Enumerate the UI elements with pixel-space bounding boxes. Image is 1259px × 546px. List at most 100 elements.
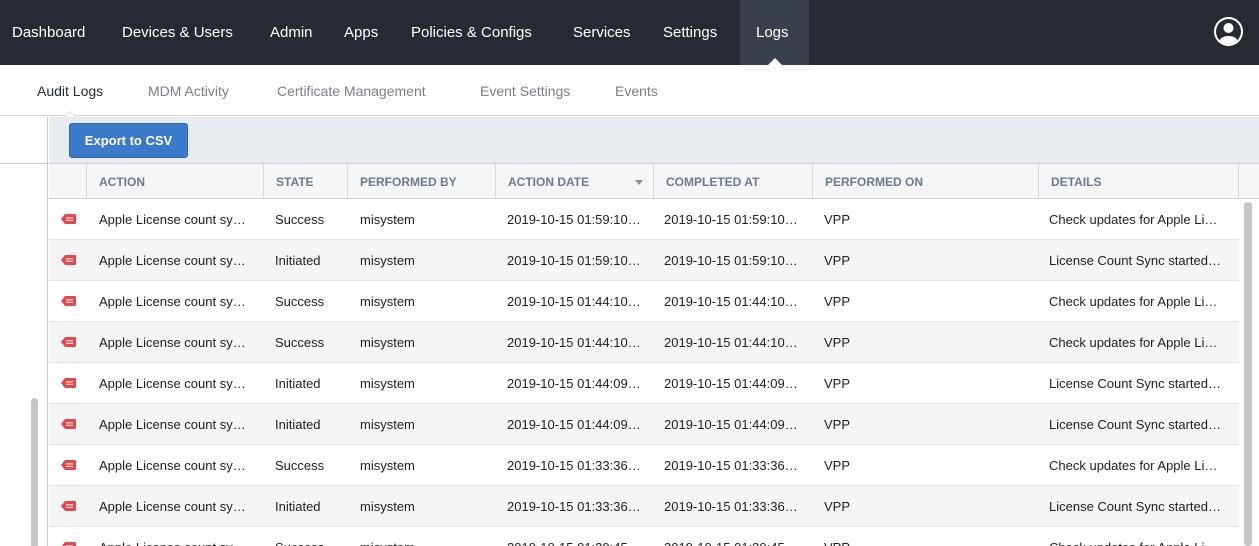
- cell-completed-at: 2019-10-15 01:44:10…: [664, 335, 798, 350]
- cell-performed-by: misystem: [360, 527, 490, 546]
- header-performed-by[interactable]: PERFORMED BY: [348, 164, 496, 199]
- user-circle-icon: [1214, 17, 1243, 46]
- subtab-mdm-activity[interactable]: MDM Activity: [148, 65, 229, 116]
- cell-details: Check updates for Apple Li…: [1049, 527, 1234, 546]
- nav-settings-label: Settings: [663, 24, 718, 41]
- header-details-label: DETAILS: [1051, 175, 1102, 189]
- cell-state: Initiated: [275, 499, 321, 514]
- nav-apps[interactable]: Apps: [332, 0, 398, 65]
- tag-icon: [61, 255, 76, 265]
- sub-nav-bar: Audit Logs MDM Activity Certificate Mana…: [0, 65, 1259, 117]
- cell-performed-by: misystem: [360, 212, 415, 227]
- table-row[interactable]: Apple License count sy… Initiated misystem…: [49, 486, 1239, 527]
- header-action[interactable]: ACTION: [87, 164, 264, 199]
- cell-state: Initiated: [275, 417, 321, 432]
- header-state-label: STATE: [276, 175, 314, 189]
- cell-performed-on: VPP: [824, 527, 1024, 546]
- cell-state: Success: [275, 458, 325, 473]
- cell-action-date: 2019-10-15 01:33:36…: [507, 499, 641, 514]
- subtab-event-settings[interactable]: Event Settings: [480, 65, 570, 116]
- nav-settings[interactable]: Settings: [650, 0, 740, 65]
- header-completed-at[interactable]: COMPLETED AT: [654, 164, 813, 199]
- tag-icon: [61, 460, 76, 470]
- table-row[interactable]: Apple License count sy… Success misystem 20…: [49, 527, 1239, 546]
- cell-performed-by: misystem: [360, 294, 415, 309]
- cell-details: License Count Sync started…: [1049, 376, 1221, 391]
- left-filter-panel: [0, 117, 48, 546]
- tag-icon: [61, 378, 76, 388]
- table-row[interactable]: Apple License count sy… Success misystem 20…: [49, 445, 1239, 486]
- export-to-csv-button[interactable]: Export to CSV: [69, 123, 188, 158]
- cell-state: Success: [275, 212, 325, 227]
- nav-admin[interactable]: Admin: [257, 0, 332, 65]
- cell-action: Apple License count sy…: [99, 527, 259, 546]
- nav-services-label: Services: [573, 24, 631, 41]
- header-action-date-label: ACTION DATE: [508, 175, 590, 189]
- table-row[interactable]: Apple License count sy… Initiated misystem…: [49, 240, 1239, 281]
- tag-icon: [61, 419, 76, 429]
- top-nav-bar: Dashboard Devices & Users Admin Apps Pol…: [0, 0, 1259, 65]
- table-row[interactable]: Apple License count sy… Initiated misystem…: [49, 404, 1239, 445]
- cell-details: License Count Sync started…: [1049, 417, 1221, 432]
- cell-completed-at: 2019-10-15 01:44:09…: [664, 376, 798, 391]
- header-state[interactable]: STATE: [264, 164, 348, 199]
- subtab-audit-logs[interactable]: Audit Logs: [37, 65, 104, 117]
- subtab-audit-logs-label: Audit Logs: [37, 83, 104, 99]
- tag-icon: [61, 501, 76, 511]
- left-panel-scrollbar[interactable]: [31, 398, 38, 546]
- cell-action: Apple License count sy…: [99, 335, 246, 350]
- subtab-events[interactable]: Events: [615, 65, 658, 116]
- cell-action: Apple License count sy…: [99, 212, 246, 227]
- cell-completed-at: 2019-10-15 01:33:36…: [664, 499, 798, 514]
- nav-devices-users[interactable]: Devices & Users: [110, 0, 257, 65]
- grid-vertical-scrollbar[interactable]: [1244, 202, 1252, 546]
- cell-completed-at: 2019-10-15 01:59:10…: [664, 253, 798, 268]
- cell-details: Check updates for Apple Li…: [1049, 212, 1218, 227]
- cell-performed-on: VPP: [824, 499, 851, 514]
- header-details[interactable]: DETAILS: [1039, 164, 1239, 199]
- cell-performed-by: misystem: [360, 417, 415, 432]
- audit-log-grid: ACTION STATE PERFORMED BY ACTION DATE CO…: [49, 164, 1259, 546]
- header-action-date[interactable]: ACTION DATE: [496, 164, 654, 199]
- cell-state: Initiated: [275, 376, 321, 391]
- cell-action-date: 2019-10-15 01:33:36…: [507, 458, 641, 473]
- table-row[interactable]: Apple License count sy… Initiated misystem…: [49, 363, 1239, 404]
- active-tab-caret-icon: [767, 58, 782, 65]
- cell-performed-by: misystem: [360, 458, 415, 473]
- cell-action-date: 2019-10-15 01:44:10…: [507, 294, 641, 309]
- subtab-mdm-activity-label: MDM Activity: [148, 83, 229, 99]
- cell-completed-at: 2019-10-15 01:59:10…: [664, 212, 798, 227]
- cell-details: Check updates for Apple Li…: [1049, 335, 1218, 350]
- table-row[interactable]: Apple License count sy… Success misystem 20…: [49, 199, 1239, 240]
- header-performed-on[interactable]: PERFORMED ON: [813, 164, 1039, 199]
- cell-action: Apple License count sy…: [99, 417, 246, 432]
- cell-completed-at: 2019-10-15 01:44:10…: [664, 294, 798, 309]
- table-row[interactable]: Apple License count sy… Success misystem 20…: [49, 322, 1239, 363]
- tag-icon: [61, 542, 76, 546]
- cell-state: Success: [275, 335, 325, 350]
- cell-action-date: 2019-10-15 01:44:09…: [507, 376, 641, 391]
- cell-performed-on: VPP: [824, 458, 851, 473]
- cell-state: Success: [275, 294, 325, 309]
- nav-policies-configs[interactable]: Policies & Configs: [398, 0, 560, 65]
- header-icon-column: [49, 164, 87, 199]
- cell-completed-at: 2019-10-15 01:30:45…: [664, 527, 810, 546]
- cell-performed-on: VPP: [824, 253, 851, 268]
- nav-services[interactable]: Services: [560, 0, 650, 65]
- subtab-certificate-management[interactable]: Certificate Management: [277, 65, 426, 116]
- cell-action-date: 2019-10-15 01:59:10…: [507, 212, 641, 227]
- nav-dashboard[interactable]: Dashboard: [0, 0, 110, 65]
- cell-action: Apple License count sy…: [99, 253, 246, 268]
- user-avatar-icon[interactable]: [1214, 17, 1243, 46]
- tag-icon: [61, 296, 76, 306]
- subtab-event-settings-label: Event Settings: [480, 83, 571, 99]
- nav-apps-label: Apps: [344, 24, 379, 41]
- table-row[interactable]: Apple License count sy… Success misystem 20…: [49, 281, 1239, 322]
- nav-devices-users-label: Devices & Users: [122, 24, 233, 41]
- cell-performed-on: VPP: [824, 294, 851, 309]
- cell-completed-at: 2019-10-15 01:33:36…: [664, 458, 798, 473]
- nav-admin-label: Admin: [270, 24, 313, 41]
- cell-details: License Count Sync started…: [1049, 499, 1221, 514]
- nav-logs[interactable]: Logs: [740, 0, 809, 65]
- header-performed-by-label: PERFORMED BY: [360, 175, 457, 189]
